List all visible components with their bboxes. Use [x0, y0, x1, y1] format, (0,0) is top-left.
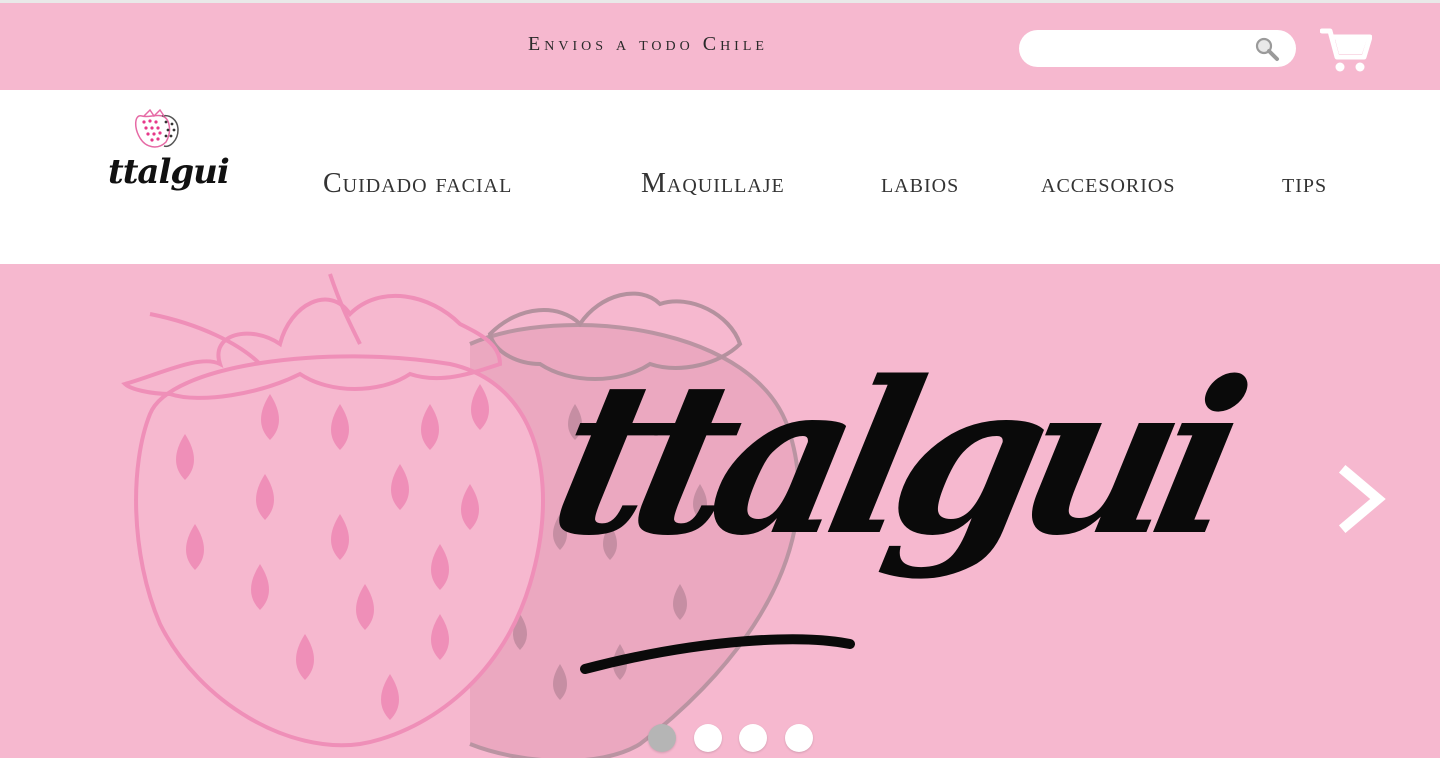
slide-dot-1[interactable]: [648, 724, 676, 752]
hero-headline: ttalgui: [533, 335, 1250, 582]
nav-item-accesorios[interactable]: accesorios: [1041, 168, 1175, 200]
strawberry-logo-icon: [135, 108, 179, 148]
main-header: ttalgui Cuidado facial Maquillaje labios…: [0, 90, 1440, 264]
shipping-announcement: Envios a todo Chile: [528, 33, 768, 55]
top-bar: Envios a todo Chile: [0, 0, 1440, 90]
cart-icon[interactable]: [1320, 25, 1372, 75]
slide-dot-3[interactable]: [739, 724, 767, 752]
search-input[interactable]: [1033, 36, 1257, 63]
slide-dot-2[interactable]: [694, 724, 722, 752]
search-box[interactable]: [1019, 30, 1296, 67]
chevron-right-icon[interactable]: [1336, 464, 1388, 534]
search-icon[interactable]: [1254, 36, 1280, 62]
nav-item-tips[interactable]: tips: [1282, 168, 1327, 200]
nav-item-cuidado-facial[interactable]: Cuidado facial: [323, 168, 512, 200]
hero-slider: ttalgui: [0, 264, 1440, 758]
nav-item-maquillaje[interactable]: Maquillaje: [641, 168, 785, 200]
slide-dot-4[interactable]: [785, 724, 813, 752]
nav-item-labios[interactable]: labios: [881, 168, 959, 200]
logo[interactable]: ttalgui: [108, 108, 230, 206]
logo-wordmark: ttalgui: [108, 152, 230, 192]
